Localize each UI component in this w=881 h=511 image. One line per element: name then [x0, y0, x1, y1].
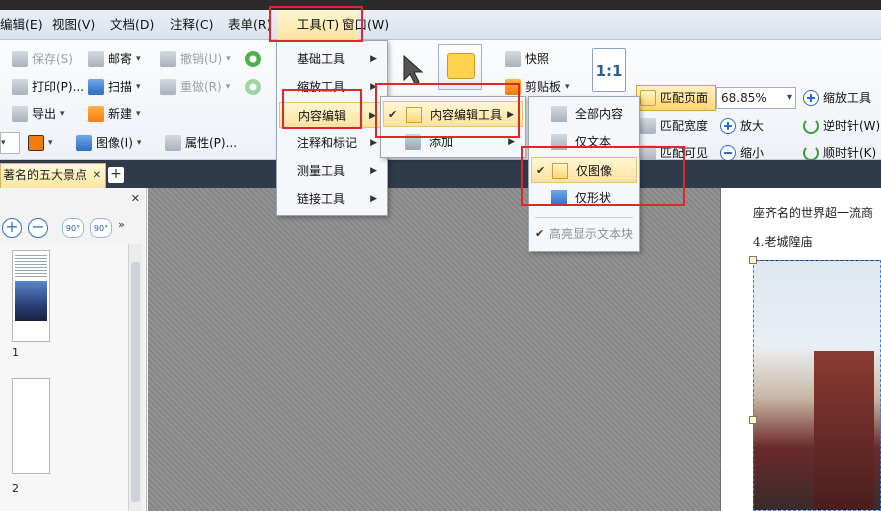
menu-item-basic-tools[interactable]: 基础工具 ▶ — [279, 46, 385, 72]
export-button[interactable]: 导出 ▾ — [12, 103, 65, 125]
menu-item-comment-markup[interactable]: 注释和标记 ▶ — [279, 130, 385, 156]
redo-icon — [160, 79, 176, 95]
zoom-level-select[interactable]: 68.85% — [716, 87, 796, 109]
watermark-logo: 办 — [720, 446, 743, 471]
menu-item-measure-tools[interactable]: 测量工具 ▶ — [279, 158, 385, 184]
save-icon — [12, 51, 28, 67]
snapshot-button[interactable]: 快照 — [505, 48, 549, 70]
zoom-out-icon — [720, 145, 736, 161]
camera-icon — [505, 51, 521, 67]
resize-handle-top-left[interactable] — [749, 256, 757, 264]
thumb-zoom-out-button[interactable]: − — [28, 218, 48, 238]
note-icon — [447, 53, 475, 79]
zoom-tool-button[interactable]: 缩放工具 — [803, 87, 871, 109]
thumbnail-toolbar: + − 90° 90° » — [0, 216, 147, 242]
thumbnail-panel: ✕ + − 90° 90° » 1 2 — [0, 188, 147, 511]
fit-width-button[interactable]: 匹配宽度 — [640, 115, 708, 137]
rotate-right-icon — [803, 145, 819, 161]
nav-forward-button[interactable] — [245, 76, 261, 98]
document-tab[interactable]: 著名的五大景点 ✕ — [0, 163, 106, 188]
menu-edit[interactable]: 编辑(E) — [0, 10, 43, 40]
page-number-1: 1 — [12, 346, 19, 359]
fit-width-icon — [640, 118, 656, 134]
envelope-icon — [88, 51, 104, 67]
submenu-arrow-icon: ▶ — [370, 194, 377, 204]
annotation-box-content-edit-tool — [375, 83, 520, 138]
thumb-text-lines — [15, 255, 47, 277]
new-button[interactable]: 新建 ▾ — [88, 103, 141, 125]
actual-size-button[interactable]: 1:1 — [592, 48, 626, 92]
more-chevron-icon[interactable]: » — [118, 218, 125, 231]
export-icon — [12, 106, 28, 122]
document-tab-title: 著名的五大景点 — [3, 168, 88, 182]
close-panel-icon[interactable]: ✕ — [131, 192, 140, 205]
building-shape — [814, 351, 874, 510]
selected-image[interactable] — [753, 260, 881, 511]
properties-icon — [165, 135, 181, 151]
page-heading-old-city-temple: 4.老城隍庙 — [753, 235, 813, 249]
annotation-box-content-edit — [282, 89, 362, 129]
redo-button[interactable]: 重做(R) ▾ — [160, 76, 230, 98]
fill-color-icon — [28, 135, 44, 151]
scrollbar-thumb[interactable] — [131, 262, 140, 502]
resize-handle-left[interactable] — [749, 416, 757, 424]
page-thumbnail-2[interactable] — [12, 378, 50, 474]
fit-page-button[interactable]: 匹配页面 — [640, 87, 708, 109]
thumbnail-list: 1 2 — [0, 244, 128, 511]
thumb-rotate-right-button[interactable]: 90° — [90, 218, 112, 238]
back-arrow-icon — [245, 51, 261, 67]
menu-form[interactable]: 表单(R) — [228, 10, 271, 40]
page-thumbnail-1[interactable] — [12, 250, 50, 342]
zoom-tool-icon — [803, 90, 819, 106]
image-button[interactable]: 图像(I) ▾ — [76, 132, 141, 154]
menu-document[interactable]: 文档(D) — [110, 10, 154, 40]
fit-page-icon — [640, 90, 656, 106]
zoom-in-button[interactable]: 放大 — [720, 115, 764, 137]
font-dropdown[interactable]: ▾ — [0, 132, 20, 154]
new-document-icon — [88, 106, 104, 122]
rotate-left-icon — [803, 118, 819, 134]
forward-arrow-icon — [245, 79, 261, 95]
printer-icon — [12, 79, 28, 95]
annotation-box-image-only — [521, 146, 685, 206]
checkmark-icon: ✔ — [535, 227, 545, 240]
menu-separator — [535, 217, 633, 218]
thumbnail-scrollbar[interactable] — [128, 244, 142, 511]
zoom-in-icon — [720, 118, 736, 134]
menu-comment[interactable]: 注释(C) — [170, 10, 213, 40]
thumb-image — [15, 281, 47, 321]
submenu-arrow-icon: ▶ — [370, 54, 377, 64]
rotate-left-button[interactable]: 逆时针(W) — [803, 115, 880, 137]
menu-item-highlight-text-blocks[interactable]: ✔ 高亮显示文本块 — [531, 221, 637, 247]
scanner-icon — [88, 79, 104, 95]
menu-item-link-tools[interactable]: 链接工具 ▶ — [279, 186, 385, 212]
mail-button[interactable]: 邮寄 ▾ — [88, 48, 141, 70]
undo-button[interactable]: 撤销(U) ▾ — [160, 48, 231, 70]
image-icon — [76, 135, 92, 151]
new-tab-button[interactable]: + — [108, 167, 124, 183]
annotation-box-tools-menu — [269, 6, 363, 42]
menu-bar: 编辑(E) 视图(V) 文档(D) 注释(C) 表单(R) 工具(T) 窗口(W… — [0, 10, 881, 40]
menu-view[interactable]: 视图(V) — [52, 10, 95, 40]
nav-back-button[interactable] — [245, 48, 261, 70]
thumb-rotate-left-button[interactable]: 90° — [62, 218, 84, 238]
scan-button[interactable]: 扫描 ▾ — [88, 76, 141, 98]
properties-button[interactable]: 属性(P)... — [165, 132, 237, 154]
undo-icon — [160, 51, 176, 67]
all-content-icon — [551, 106, 567, 122]
close-tab-icon[interactable]: ✕ — [93, 164, 101, 187]
document-tab-bar — [0, 160, 881, 188]
submenu-arrow-icon: ▶ — [370, 166, 377, 176]
print-button[interactable]: 打印(P)... — [12, 76, 84, 98]
page-text-line-1: 座齐名的世界超一流商 — [753, 206, 874, 220]
menu-item-all-content[interactable]: 全部内容 — [531, 101, 637, 127]
page-number-2: 2 — [12, 482, 19, 495]
color-picker-button[interactable]: ▾ — [28, 132, 53, 154]
title-bar — [0, 0, 881, 10]
save-button[interactable]: 保存(S) — [12, 48, 73, 70]
thumb-zoom-in-button[interactable]: + — [2, 218, 22, 238]
